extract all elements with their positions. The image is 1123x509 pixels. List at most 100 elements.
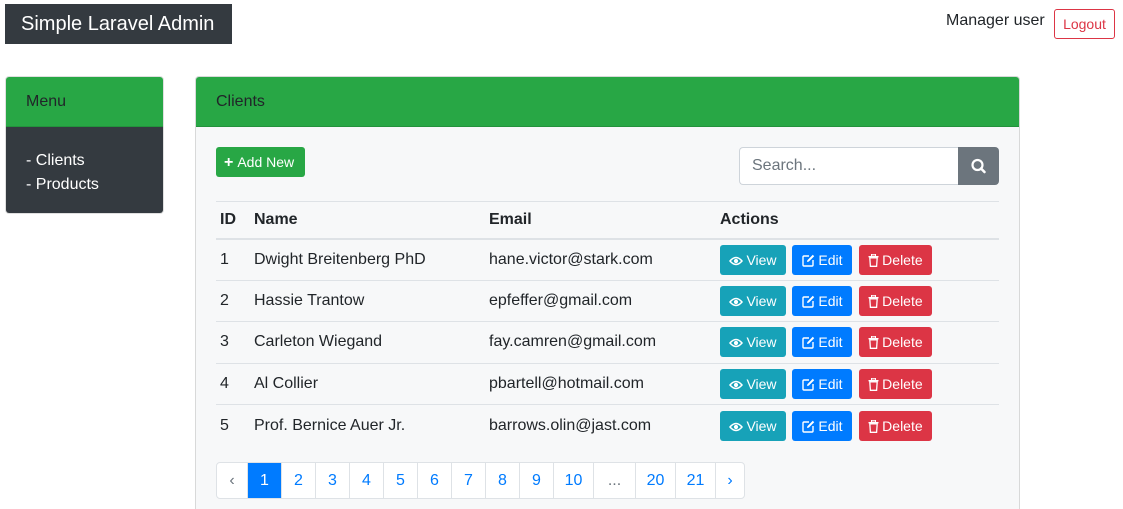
eye-icon (729, 256, 744, 265)
view-label: View (746, 334, 777, 351)
cell-id: 2 (216, 279, 250, 322)
cell-actions: View Edit Delete (716, 404, 999, 446)
search-input[interactable] (739, 147, 959, 185)
column-header-id: ID (216, 201, 250, 240)
cell-actions: View Edit Delete (716, 279, 999, 322)
pagination-page-21[interactable]: 21 (675, 463, 715, 498)
pagination-page-6[interactable]: 6 (417, 463, 451, 498)
cell-name: Al Collier (250, 362, 485, 405)
table-row: 5 Prof. Bernice Auer Jr. barrows.olin@ja… (216, 404, 999, 446)
edit-icon (802, 337, 815, 349)
plus-icon: + (224, 154, 234, 171)
delete-button[interactable]: Delete (858, 327, 932, 358)
edit-icon (802, 420, 815, 433)
delete-label: Delete (882, 417, 923, 434)
pagination-page-20[interactable]: 20 (635, 463, 675, 498)
table-row: 2 Hassie Trantow epfeffer@gmail.com View… (216, 279, 999, 322)
edit-button[interactable]: Edit (792, 410, 853, 441)
edit-icon (802, 254, 815, 267)
pagination-page-3[interactable]: 3 (315, 463, 349, 498)
pagination-page-5[interactable]: 5 (383, 463, 417, 498)
menu-item-clients[interactable]: - Clients (26, 149, 163, 173)
table-row: 1 Dwight Breitenberg PhD hane.victor@sta… (216, 239, 999, 281)
table-row: 4 Al Collier pbartell@hotmail.com View E… (216, 362, 999, 405)
view-label: View (746, 417, 777, 434)
pagination-page-7[interactable]: 7 (451, 463, 485, 498)
view-label: View (746, 292, 777, 309)
cell-id: 5 (216, 404, 250, 446)
column-header-name: Name (250, 201, 485, 240)
pagination-page-1[interactable]: 1 (247, 463, 281, 498)
view-button[interactable]: View (720, 368, 786, 399)
cell-name: Prof. Bernice Auer Jr. (250, 404, 485, 446)
delete-label: Delete (882, 334, 923, 351)
cell-id: 3 (216, 321, 250, 363)
pagination-next[interactable]: › (715, 463, 744, 498)
view-button[interactable]: View (720, 410, 786, 441)
cell-email: fay.camren@gmail.com (485, 321, 716, 363)
table-row: 3 Carleton Wiegand fay.camren@gmail.com … (216, 321, 999, 363)
trash-icon (868, 294, 879, 308)
cell-name: Carleton Wiegand (250, 321, 485, 363)
logout-button[interactable]: Logout (1054, 9, 1115, 39)
clients-card: Clients +Add New ID Name Email Actions 1… (195, 76, 1020, 509)
edit-button[interactable]: Edit (792, 368, 853, 399)
edit-icon (802, 378, 815, 391)
current-user-name: Manager user (946, 12, 1045, 29)
app-brand[interactable]: Simple Laravel Admin (5, 4, 232, 44)
clients-table: ID Name Email Actions 1 Dwight Breitenbe… (216, 201, 999, 446)
add-new-button[interactable]: + Add New (216, 147, 305, 177)
view-button[interactable]: View (720, 327, 786, 358)
delete-button[interactable]: Delete (858, 285, 932, 316)
eye-icon (729, 422, 744, 431)
add-new-label: Add New (237, 154, 295, 170)
cell-name: Dwight Breitenberg PhD (254, 250, 426, 268)
cell-name: Hassie Trantow (250, 279, 485, 322)
edit-label: Edit (818, 292, 843, 309)
edit-button[interactable]: Edit (792, 285, 853, 316)
cell-actions: View Edit Delete (716, 321, 999, 363)
pagination: ‹ 1 2 3 4 5 6 7 8 9 10... 20 21 › (216, 462, 745, 499)
pagination-page-2[interactable]: 2 (281, 463, 315, 498)
delete-button[interactable]: Delete (858, 410, 932, 441)
trash-icon (868, 253, 879, 267)
search-icon (971, 158, 986, 174)
cell-actions: View Edit Delete (716, 239, 999, 281)
eye-icon (729, 339, 744, 348)
cell-id: 1 (220, 250, 229, 268)
edit-label: Edit (818, 334, 843, 351)
delete-label: Delete (882, 251, 923, 268)
column-header-actions: Actions (716, 201, 999, 240)
pagination-page-10[interactable]: 10 (553, 463, 593, 498)
delete-button[interactable]: Delete (858, 244, 932, 275)
table-body: 1 Dwight Breitenberg PhD hane.victor@sta… (216, 239, 999, 446)
cell-email: hane.victor@stark.com (489, 250, 653, 268)
menu-item-products[interactable]: - Products (26, 173, 163, 197)
pagination-page-9[interactable]: 9 (519, 463, 553, 498)
view-button[interactable]: View (720, 285, 786, 316)
edit-icon (802, 295, 815, 308)
menu-title: Menu (6, 77, 163, 127)
delete-label: Delete (882, 375, 923, 392)
edit-label: Edit (818, 417, 843, 434)
eye-icon (729, 380, 744, 389)
edit-label: Edit (818, 375, 843, 392)
edit-button[interactable]: Edit (792, 244, 853, 275)
menu-card: Menu - Clients - Products (5, 76, 164, 214)
view-button[interactable]: View (720, 244, 786, 275)
pagination-prev: ‹ (229, 472, 235, 489)
trash-icon (868, 419, 879, 433)
pagination-ellipsis: ... (593, 463, 635, 498)
delete-button[interactable]: Delete (858, 368, 932, 399)
pagination-page-8[interactable]: 8 (485, 463, 519, 498)
cell-email: pbartell@hotmail.com (485, 362, 716, 405)
eye-icon (729, 297, 744, 306)
pagination-page-4[interactable]: 4 (349, 463, 383, 498)
menu-list: - Clients - Products (6, 127, 163, 213)
search-button[interactable] (958, 147, 999, 185)
cell-id: 4 (216, 362, 250, 405)
view-label: View (746, 251, 777, 268)
cell-email: epfeffer@gmail.com (485, 279, 716, 322)
edit-button[interactable]: Edit (792, 327, 853, 358)
table-header-row: ID Name Email Actions (216, 201, 999, 240)
